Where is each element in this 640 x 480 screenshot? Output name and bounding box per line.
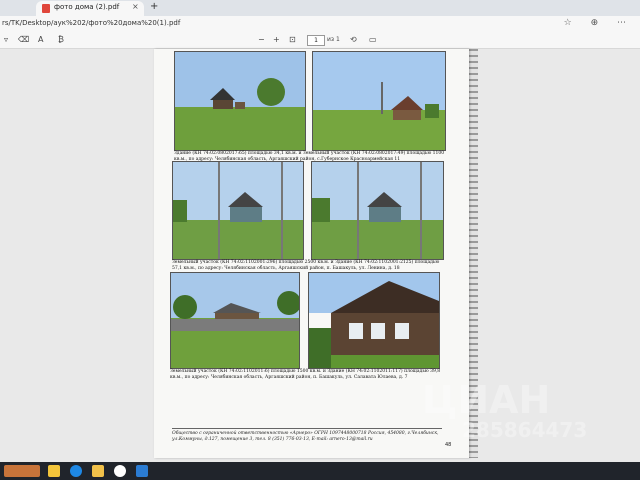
taskbar bbox=[0, 462, 640, 480]
text-options-icon[interactable]: ₿ bbox=[58, 35, 64, 44]
house-photo-2 bbox=[312, 51, 446, 151]
address-bar-icons[interactable]: ☆ ⊕ ⋯ bbox=[564, 18, 634, 28]
weather-icon[interactable] bbox=[4, 465, 40, 477]
read-aloud-icon[interactable]: A bbox=[38, 35, 43, 44]
page-view-icon[interactable]: ▭ bbox=[369, 35, 377, 44]
house-photo-1 bbox=[174, 51, 306, 151]
eraser-icon[interactable]: ⌫ bbox=[18, 35, 29, 44]
address-bar: rs/TK/Desktop/аук%202/фото%20дома%20(1).… bbox=[0, 16, 640, 33]
tab-strip: фото дома (2).pdf × + bbox=[0, 0, 640, 16]
draw-icon[interactable]: ▿ bbox=[4, 35, 8, 44]
close-tab-icon[interactable]: × bbox=[132, 2, 139, 11]
pdf-toolbar: ▿ ⌫ A ₿ − + ⊡ 1 из 1 ⟲ ▭ bbox=[0, 33, 640, 49]
house-photo-4 bbox=[311, 161, 444, 260]
tab-title: фото дома (2).pdf bbox=[54, 3, 120, 11]
caption-2: Земельный участок (КН 74:02:1102001:296)… bbox=[172, 260, 440, 271]
url-field[interactable]: rs/TK/Desktop/аук%202/фото%20дома%20(1).… bbox=[2, 19, 180, 27]
widgets-icon[interactable] bbox=[48, 465, 60, 477]
house-photo-3 bbox=[172, 161, 304, 260]
fit-page-icon[interactable]: ⊡ bbox=[289, 35, 296, 44]
pdf-icon bbox=[42, 4, 50, 13]
cian-watermark: ЦИАН 285864473 bbox=[400, 378, 640, 448]
zoom-out-icon[interactable]: − bbox=[258, 35, 265, 44]
edge-icon[interactable] bbox=[70, 465, 82, 477]
house-photo-6 bbox=[308, 272, 440, 369]
yandex-icon[interactable] bbox=[114, 465, 126, 477]
tab-pdf[interactable]: фото дома (2).pdf × bbox=[36, 1, 144, 16]
watermark-brand: ЦИАН bbox=[422, 378, 551, 422]
house-photo-5 bbox=[170, 272, 300, 369]
word-icon[interactable] bbox=[136, 465, 148, 477]
page-number-input[interactable]: 1 bbox=[307, 35, 325, 46]
new-tab-button[interactable]: + bbox=[150, 1, 158, 12]
watermark-id: 285864473 bbox=[462, 418, 588, 442]
rotate-icon[interactable]: ⟲ bbox=[350, 35, 357, 44]
explorer-icon[interactable] bbox=[92, 465, 104, 477]
page-count-label: из 1 bbox=[327, 36, 340, 43]
zoom-in-icon[interactable]: + bbox=[273, 35, 280, 44]
